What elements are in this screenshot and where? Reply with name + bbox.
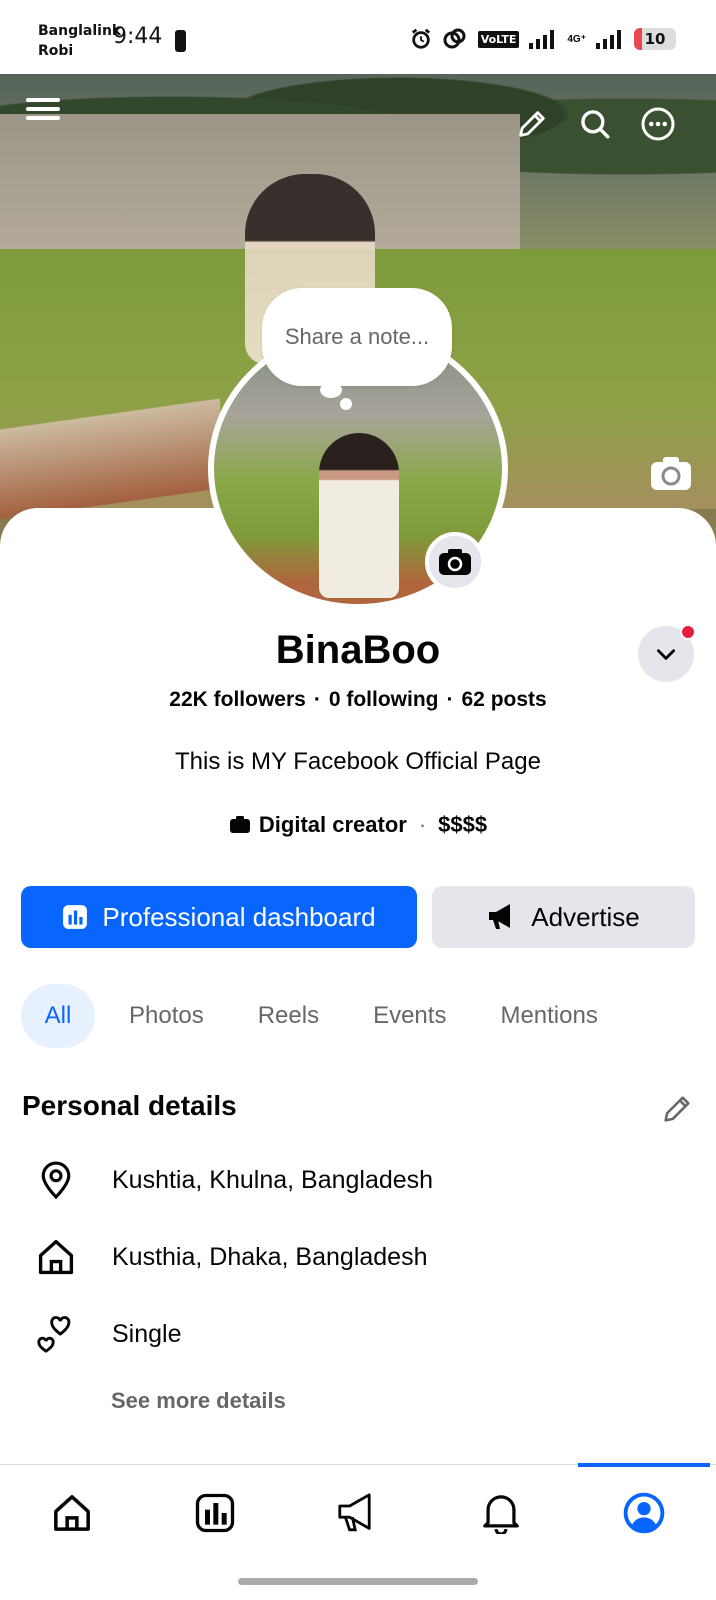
tab-reels[interactable]: Reels [238,984,339,1048]
chevron-down-icon [657,649,675,660]
tab-events[interactable]: Events [353,984,466,1048]
nav-megaphone-icon[interactable] [333,1488,383,1538]
tab-mentions[interactable]: Mentions [480,984,617,1048]
edit-details-pencil-icon[interactable] [660,1092,694,1126]
more-icon[interactable] [638,104,678,144]
tab-photos[interactable]: Photos [109,984,224,1048]
personal-details-title: Personal details [22,1090,237,1121]
battery-icon: 10 [634,28,676,50]
profile-stats: 22K followers · 0 following · 62 posts [169,688,547,711]
share-note-bubble[interactable]: Share a note... [262,288,452,386]
professional-dashboard-button[interactable]: Professional dashboard [21,886,417,948]
note-bubble-tail-dot [340,398,352,410]
alarm-icon [411,28,430,49]
advertise-label: Advertise [531,901,640,932]
volte-badge: VoLTE [477,30,520,48]
detail-text: Kushtia, Khulna, Bangladesh [112,1165,434,1194]
hotspot-icon [443,28,466,49]
nav-profile-icon[interactable] [619,1488,669,1538]
signal-icon-1 [529,30,555,49]
hearts-icon [36,1312,76,1356]
posts-count[interactable]: 62 posts [462,688,547,711]
status-icons: VoLTE 4G⁺ 10 [410,28,676,50]
carrier-2: Robi [38,43,74,59]
detail-row-hometown: Kusthia, Dhaka, Bangladesh [36,1235,428,1279]
detail-text: Single [112,1319,182,1348]
nav-home-icon[interactable] [47,1488,97,1538]
detail-row-relationship: Single [36,1312,182,1356]
nav-dashboard-icon[interactable] [190,1488,240,1538]
note-bubble-tail [320,382,342,398]
dashboard-label: Professional dashboard [102,901,376,932]
tab-all[interactable]: All [21,984,95,1048]
active-tab-indicator [578,1463,710,1467]
following-count[interactable]: 0 following [329,688,439,711]
profile-bio: This is MY Facebook Official Page [175,748,541,775]
nav-bell-icon[interactable] [476,1488,526,1538]
battery-saver-icon [175,30,186,52]
pencil-icon[interactable] [512,104,552,144]
page-category: Digital creator · $$$$ [0,812,716,838]
dashboard-icon [63,905,88,929]
gesture-home-bar[interactable] [238,1578,478,1585]
note-placeholder: Share a note... [284,324,430,349]
carrier-1: Banglalink [38,23,122,39]
hamburger-menu-icon[interactable] [24,92,62,126]
followers-count[interactable]: 22K followers [169,688,306,711]
profile-tabs: All Photos Reels Events Mentions [21,984,632,1048]
megaphone-icon [489,904,511,929]
advertise-button[interactable]: Advertise [432,886,695,948]
price-range: $$$$ [438,812,488,837]
cover-camera-icon[interactable] [650,456,692,492]
clock: 9:44 [113,24,163,49]
search-icon[interactable] [575,104,615,144]
profile-name: BinaBoo [275,628,441,672]
status-bar: Banglalink Robi 9:44 VoLTE 4G⁺ 10 [0,0,716,74]
carrier-names: Banglalink Robi [38,21,121,61]
network-type: 4G⁺ [567,33,586,45]
category-label: Digital creator [258,812,407,837]
detail-text: Kusthia, Dhaka, Bangladesh [112,1242,428,1271]
briefcase-icon [229,816,250,833]
signal-icon-2 [596,30,621,49]
notification-dot [680,624,696,640]
see-more-details-link[interactable]: See more details [111,1388,286,1414]
location-pin-icon [36,1158,76,1202]
detail-row-current-city: Kushtia, Khulna, Bangladesh [36,1158,433,1202]
home-icon [36,1235,76,1279]
battery-level: 10 [644,30,666,48]
profile-camera-icon[interactable] [425,532,485,592]
